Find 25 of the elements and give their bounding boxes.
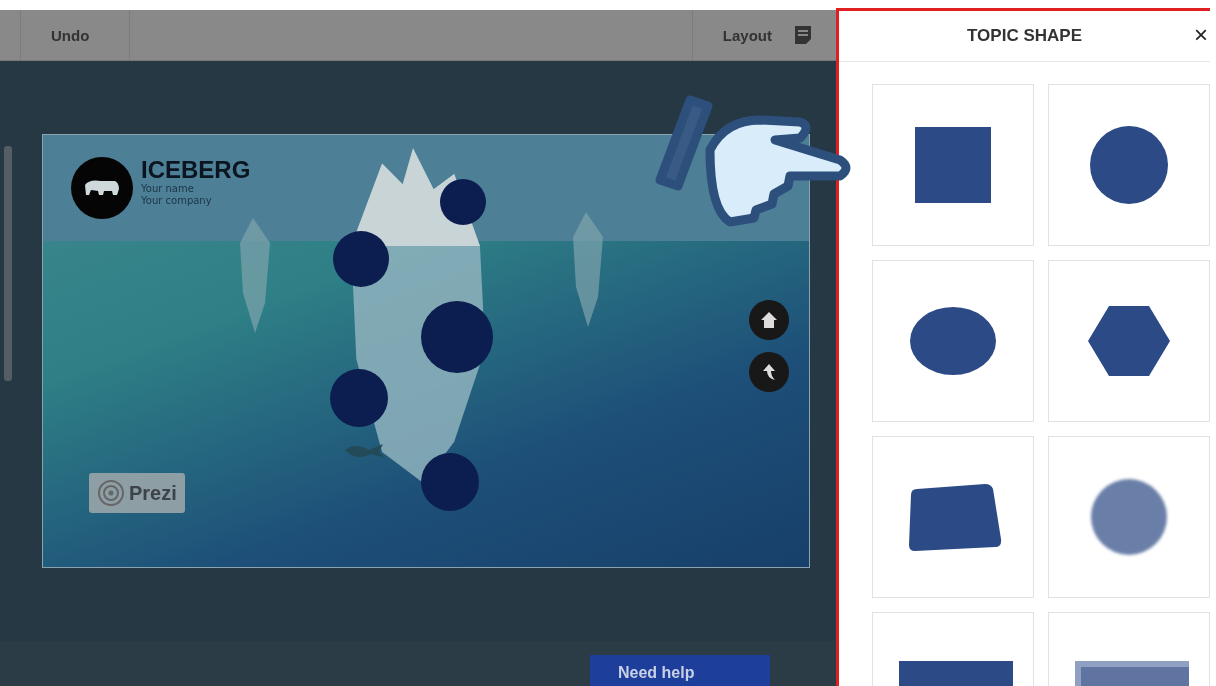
topic-circle[interactable] <box>421 453 479 511</box>
layout-button[interactable]: Layout <box>691 10 790 60</box>
slide-subtitle: Your company <box>141 195 213 207</box>
slide-title: ICEBERG <box>141 157 251 183</box>
shape-option[interactable] <box>1048 260 1210 422</box>
shape-option[interactable] <box>1048 84 1210 246</box>
scrollbar[interactable] <box>4 146 12 381</box>
panel-title: TOPIC SHAPE <box>967 26 1082 46</box>
shape-option[interactable] <box>872 436 1034 598</box>
curved-arrow-icon <box>760 363 778 381</box>
prezi-label: Prezi <box>129 481 177 505</box>
back-button[interactable] <box>749 352 789 392</box>
undo-button[interactable]: Undo <box>20 10 130 60</box>
home-icon <box>760 311 778 329</box>
document-icon[interactable] <box>794 25 812 45</box>
shape-option[interactable] <box>872 84 1034 246</box>
need-help-button[interactable]: Need help <box>590 655 770 686</box>
bear-logo-icon <box>71 157 133 219</box>
prezi-logo-icon <box>97 479 125 507</box>
shape-option[interactable] <box>1048 436 1210 598</box>
close-button[interactable]: × <box>1192 23 1210 47</box>
topic-circle[interactable] <box>330 369 388 427</box>
shape-option[interactable] <box>872 260 1034 422</box>
slide-subtitle: Your name <box>141 183 195 195</box>
home-button[interactable] <box>749 300 789 340</box>
